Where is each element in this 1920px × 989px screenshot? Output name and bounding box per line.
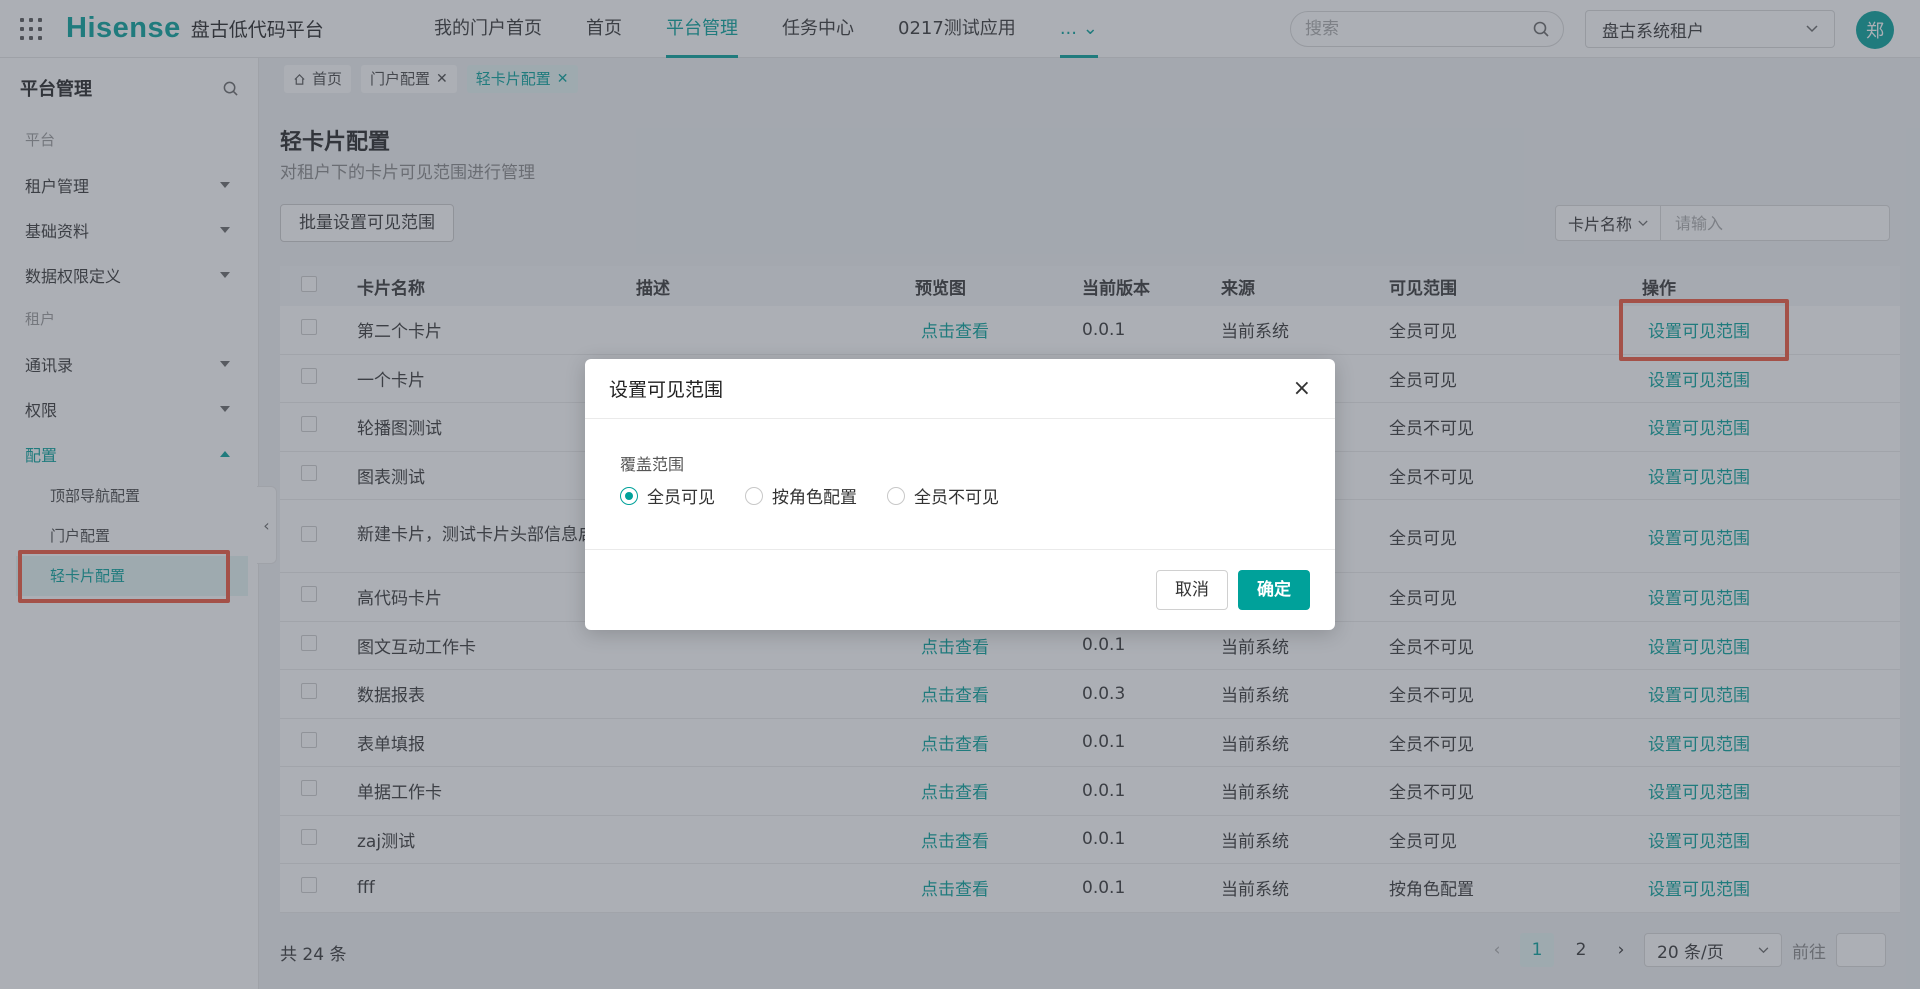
close-icon[interactable]: × bbox=[1293, 376, 1311, 401]
radio-all-invisible[interactable]: 全员不可见 bbox=[887, 483, 999, 508]
set-visibility-dialog: 设置可见范围 × 覆盖范围 全员可见 按角色配置 全员不可见 取消 确定 bbox=[585, 359, 1335, 630]
radio-by-role[interactable]: 按角色配置 bbox=[745, 483, 857, 508]
dialog-title: 设置可见范围 bbox=[609, 379, 724, 401]
cancel-button[interactable]: 取消 bbox=[1156, 570, 1228, 610]
scope-radio-group: 全员可见 按角色配置 全员不可见 bbox=[620, 483, 1300, 508]
radio-label: 全员可见 bbox=[647, 488, 715, 508]
radio-dot[interactable] bbox=[745, 486, 763, 505]
radio-dot[interactable] bbox=[620, 486, 638, 505]
confirm-button[interactable]: 确定 bbox=[1238, 570, 1310, 610]
radio-label: 全员不可见 bbox=[914, 488, 999, 508]
radio-label: 按角色配置 bbox=[772, 488, 857, 508]
dialog-body: 覆盖范围 全员可见 按角色配置 全员不可见 bbox=[585, 419, 1335, 550]
scope-field-label: 覆盖范围 bbox=[620, 455, 685, 474]
radio-all-visible[interactable]: 全员可见 bbox=[620, 483, 715, 508]
radio-dot[interactable] bbox=[887, 486, 905, 505]
dialog-footer: 取消 确定 bbox=[585, 550, 1335, 630]
dialog-header: 设置可见范围 × bbox=[585, 359, 1335, 419]
